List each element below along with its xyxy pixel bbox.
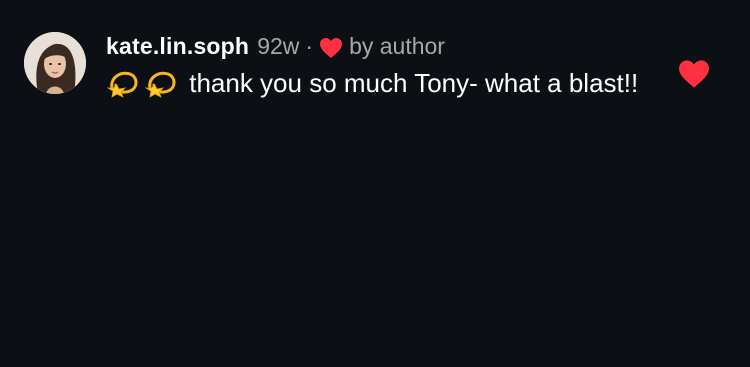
meta-separator: · — [305, 33, 314, 59]
avatar[interactable] — [24, 32, 86, 94]
comment-text: thank you so much Tony- what a blast!! — [106, 66, 666, 100]
comment-body: kate.lin.soph 92w · by author thank you … — [106, 30, 666, 100]
comment: kate.lin.soph 92w · by author thank you … — [0, 0, 750, 367]
heart-icon — [319, 35, 343, 58]
comment-timestamp[interactable]: 92w — [257, 30, 299, 62]
dizzy-emoji-icon — [106, 66, 140, 98]
username-link[interactable]: kate.lin.soph — [106, 30, 249, 62]
dizzy-emoji-icon — [144, 66, 178, 98]
comment-text-content: thank you so much Tony- what a blast!! — [189, 68, 639, 98]
like-button[interactable] — [677, 59, 711, 89]
comment-meta: kate.lin.soph 92w · by author — [106, 30, 666, 62]
heart-icon — [679, 60, 709, 88]
liked-by-author-label: by author — [349, 33, 445, 59]
